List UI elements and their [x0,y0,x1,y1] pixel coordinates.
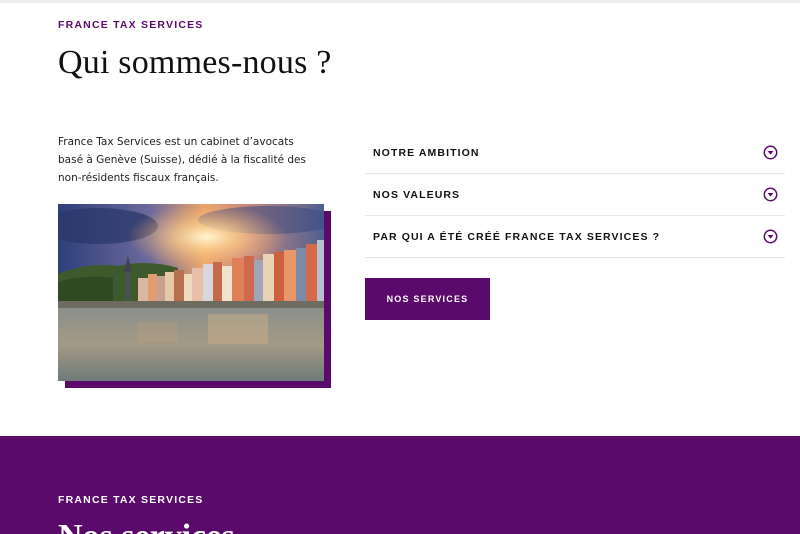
accordion-item-fondateur[interactable]: PAR QUI A ÉTÉ CRÉÉ FRANCE TAX SERVICES ? [365,216,785,258]
page-title: Qui sommes-nous ? [58,44,332,81]
accordion-item-label: NOS VALEURS [373,188,461,201]
services-title: Nos services [58,518,235,534]
section-eyebrow: FRANCE TAX SERVICES [58,19,204,31]
chevron-down-circle-icon[interactable] [763,229,778,244]
chevron-down-circle-icon[interactable] [763,187,778,202]
nos-services-button[interactable]: NOS SERVICES [365,278,490,320]
services-section: FRANCE TAX SERVICES Nos services [0,436,800,534]
top-border [0,0,800,3]
accordion-item-label: NOTRE AMBITION [373,146,480,159]
city-photo [58,204,324,381]
accordion-item-ambition[interactable]: NOTRE AMBITION [365,132,785,174]
faq-accordion: NOTRE AMBITION NOS VALEURS PAR QUI A ÉTÉ… [365,132,785,258]
intro-paragraph: France Tax Services est un cabinet d’avo… [58,136,306,184]
accordion-item-label: PAR QUI A ÉTÉ CRÉÉ FRANCE TAX SERVICES ? [373,230,661,243]
services-eyebrow: FRANCE TAX SERVICES [58,494,204,506]
accordion-item-valeurs[interactable]: NOS VALEURS [365,174,785,216]
chevron-down-circle-icon[interactable] [763,145,778,160]
